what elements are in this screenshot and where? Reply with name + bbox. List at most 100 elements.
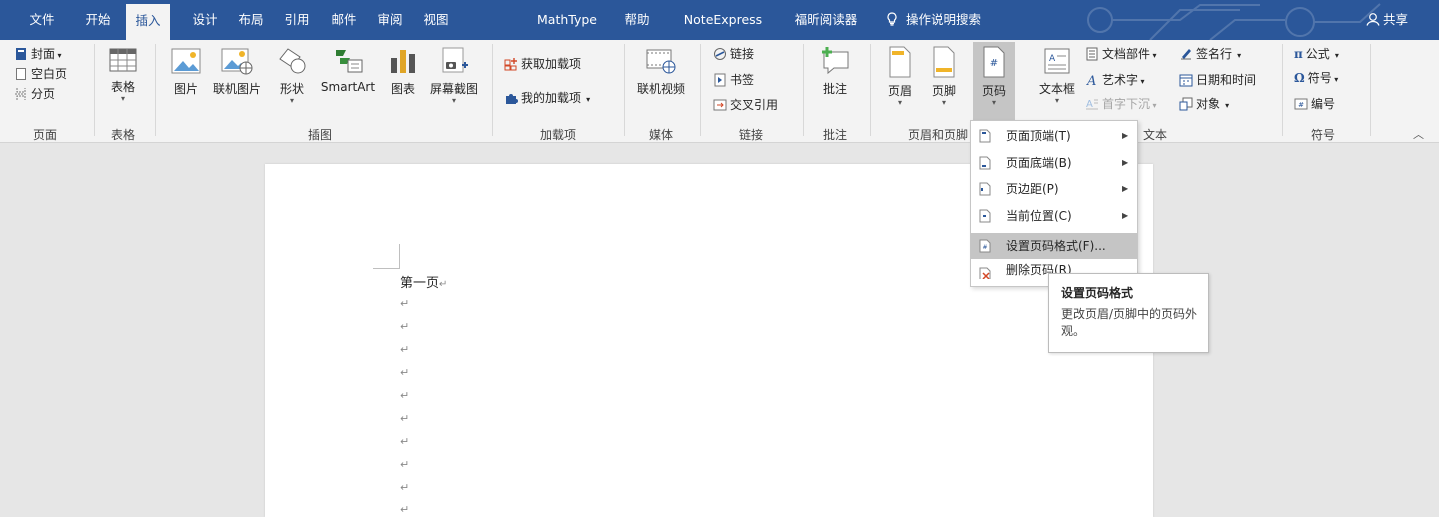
chevron-right-icon: ▶	[1122, 211, 1129, 220]
cross-reference-button[interactable]: 交叉引用	[713, 95, 778, 115]
cover-page-icon	[16, 48, 26, 60]
person-icon	[1366, 13, 1380, 26]
page-number-icon: #	[983, 46, 1005, 78]
get-addins-button[interactable]: 获取加载项	[504, 54, 581, 74]
menu-item-bottom-of-page[interactable]: 页面底端(B) ▶	[971, 150, 1137, 176]
drop-cap-label: 首字下沉	[1102, 97, 1151, 111]
signature-icon	[1181, 49, 1191, 60]
signature-line-button[interactable]: 签名行 ▾	[1179, 44, 1241, 64]
comment-icon	[822, 47, 849, 75]
page-break-button[interactable]: 分页	[14, 84, 55, 104]
screenshot-button[interactable]: 屏幕截图 ▾	[426, 44, 482, 105]
blank-page-icon	[16, 68, 26, 80]
svg-text:#: #	[1298, 101, 1304, 109]
footer-button[interactable]: 页脚 ▾	[926, 44, 962, 107]
group-separator	[803, 44, 804, 136]
tab-noteexpress[interactable]: NoteExpress	[677, 0, 769, 40]
tab-help[interactable]: 帮助	[617, 0, 657, 40]
date-time-button[interactable]: 日期和时间	[1179, 70, 1256, 90]
link-button[interactable]: 链接	[713, 44, 754, 64]
lightbulb-icon	[887, 12, 897, 26]
quick-parts-button[interactable]: 文档部件 ▾	[1085, 44, 1157, 64]
cover-page-button[interactable]: 封面 ▾	[14, 44, 62, 64]
footer-label: 页脚	[931, 84, 956, 98]
svg-text:#: #	[982, 244, 987, 251]
wordart-button[interactable]: A 艺术字 ▾	[1085, 70, 1145, 90]
quick-parts-label: 文档部件	[1102, 47, 1151, 61]
menu-item-format-page-numbers[interactable]: # 设置页码格式(F)...	[971, 233, 1137, 259]
page-number-button[interactable]: # 页码 ▾	[974, 44, 1014, 107]
share-label: 共享	[1383, 12, 1409, 27]
header-icon	[889, 46, 911, 78]
header-button[interactable]: 页眉 ▾	[882, 44, 918, 107]
table-icon	[109, 48, 137, 72]
online-picture-button[interactable]: 联机图片	[210, 44, 264, 97]
chart-button[interactable]: 图表	[387, 44, 419, 97]
online-video-icon	[646, 49, 676, 74]
group-label-header-footer: 页眉和页脚	[908, 128, 969, 142]
screenshot-icon	[442, 47, 468, 73]
menu-item-page-margins[interactable]: 页边距(P) ▶	[971, 176, 1137, 202]
group-label-text: 文本	[1142, 128, 1167, 142]
object-button[interactable]: 对象 ▾	[1179, 94, 1229, 114]
page-number-label: 页码	[981, 84, 1006, 98]
chevron-right-icon: ▶	[1122, 131, 1129, 140]
group-separator	[94, 44, 95, 136]
tab-mathtype[interactable]: MathType	[528, 0, 606, 40]
wordart-label: 艺术字	[1102, 73, 1139, 87]
smartart-label: SmartArt	[320, 80, 376, 94]
tab-foxit-reader[interactable]: 福昕阅读器	[787, 0, 865, 40]
chevron-right-icon: ▶	[1122, 184, 1129, 193]
tab-home[interactable]: 开始	[77, 0, 119, 40]
shapes-button[interactable]: 形状 ▾	[274, 44, 310, 105]
footer-icon	[933, 46, 955, 78]
collapse-ribbon-icon[interactable]: ︿	[1413, 126, 1424, 142]
symbol-button[interactable]: Ω 符号 ▾	[1294, 68, 1338, 88]
link-icon	[714, 48, 726, 60]
tab-review[interactable]: 审阅	[371, 0, 409, 40]
drop-cap-icon: A	[1086, 99, 1098, 110]
tab-file[interactable]: 文件	[22, 0, 62, 40]
numbering-button[interactable]: # 编号	[1294, 94, 1335, 114]
tab-layout[interactable]: 布局	[232, 0, 270, 40]
bookmark-label: 书签	[730, 73, 755, 87]
smartart-button[interactable]: SmartArt	[316, 44, 380, 94]
textbox-button[interactable]: A 文本框 ▾	[1034, 44, 1080, 105]
page-number-menu: 页面顶端(T) ▶ 页面底端(B) ▶ 页边距(P) ▶ 当前位置(C) ▶ # 设置页…	[970, 120, 1138, 287]
blank-page-button[interactable]: 空白页	[14, 64, 67, 84]
first-line-text: 第一页	[400, 276, 440, 291]
menu-item-current-position[interactable]: 当前位置(C) ▶	[971, 203, 1137, 229]
paragraph-mark: ↵	[400, 435, 410, 448]
textbox-icon: A	[1044, 48, 1070, 74]
object-label: 对象	[1196, 97, 1221, 111]
group-label-links: 链接	[738, 128, 763, 142]
tab-view[interactable]: 视图	[417, 0, 455, 40]
equation-button[interactable]: π 公式 ▾	[1294, 44, 1339, 64]
get-addins-label: 获取加载项	[521, 57, 582, 71]
circuit-decoration	[1087, 3, 1381, 40]
comment-label: 批注	[822, 82, 847, 96]
tab-design[interactable]: 设计	[186, 0, 224, 40]
tab-mailings[interactable]: 邮件	[325, 0, 363, 40]
my-addins-button[interactable]: 我的加载项 ▾	[504, 88, 590, 108]
tab-insert[interactable]: 插入	[126, 4, 170, 40]
tooltip-body: 更改页眉/页脚中的页码外观。	[1061, 307, 1198, 338]
document-first-line[interactable]: 第一页↵	[400, 272, 447, 291]
new-comment-button[interactable]: 批注	[815, 44, 855, 97]
group-label-illustrations: 插图	[307, 128, 332, 142]
menu-item-top-of-page[interactable]: 页面顶端(T) ▶	[971, 123, 1137, 149]
bookmark-button[interactable]: 书签	[713, 70, 754, 90]
menu-item-label: 设置页码格式(F)...	[1006, 239, 1106, 253]
tooltip-title: 设置页码格式	[1061, 286, 1134, 300]
group-separator	[492, 44, 493, 136]
picture-button[interactable]: 图片	[168, 44, 204, 97]
chevron-down-icon: ▾	[941, 98, 946, 107]
tell-me-search[interactable]: 操作说明搜索	[886, 0, 981, 40]
online-video-button[interactable]: 联机视频	[632, 44, 690, 97]
share-button[interactable]: 共享	[1366, 0, 1408, 40]
pi-icon: π	[1294, 47, 1303, 61]
drop-cap-button[interactable]: A 首字下沉 ▾	[1085, 94, 1157, 114]
tab-references[interactable]: 引用	[278, 0, 316, 40]
signature-line-label: 签名行	[1196, 47, 1233, 61]
table-button[interactable]: 表格 ▾	[104, 44, 142, 103]
